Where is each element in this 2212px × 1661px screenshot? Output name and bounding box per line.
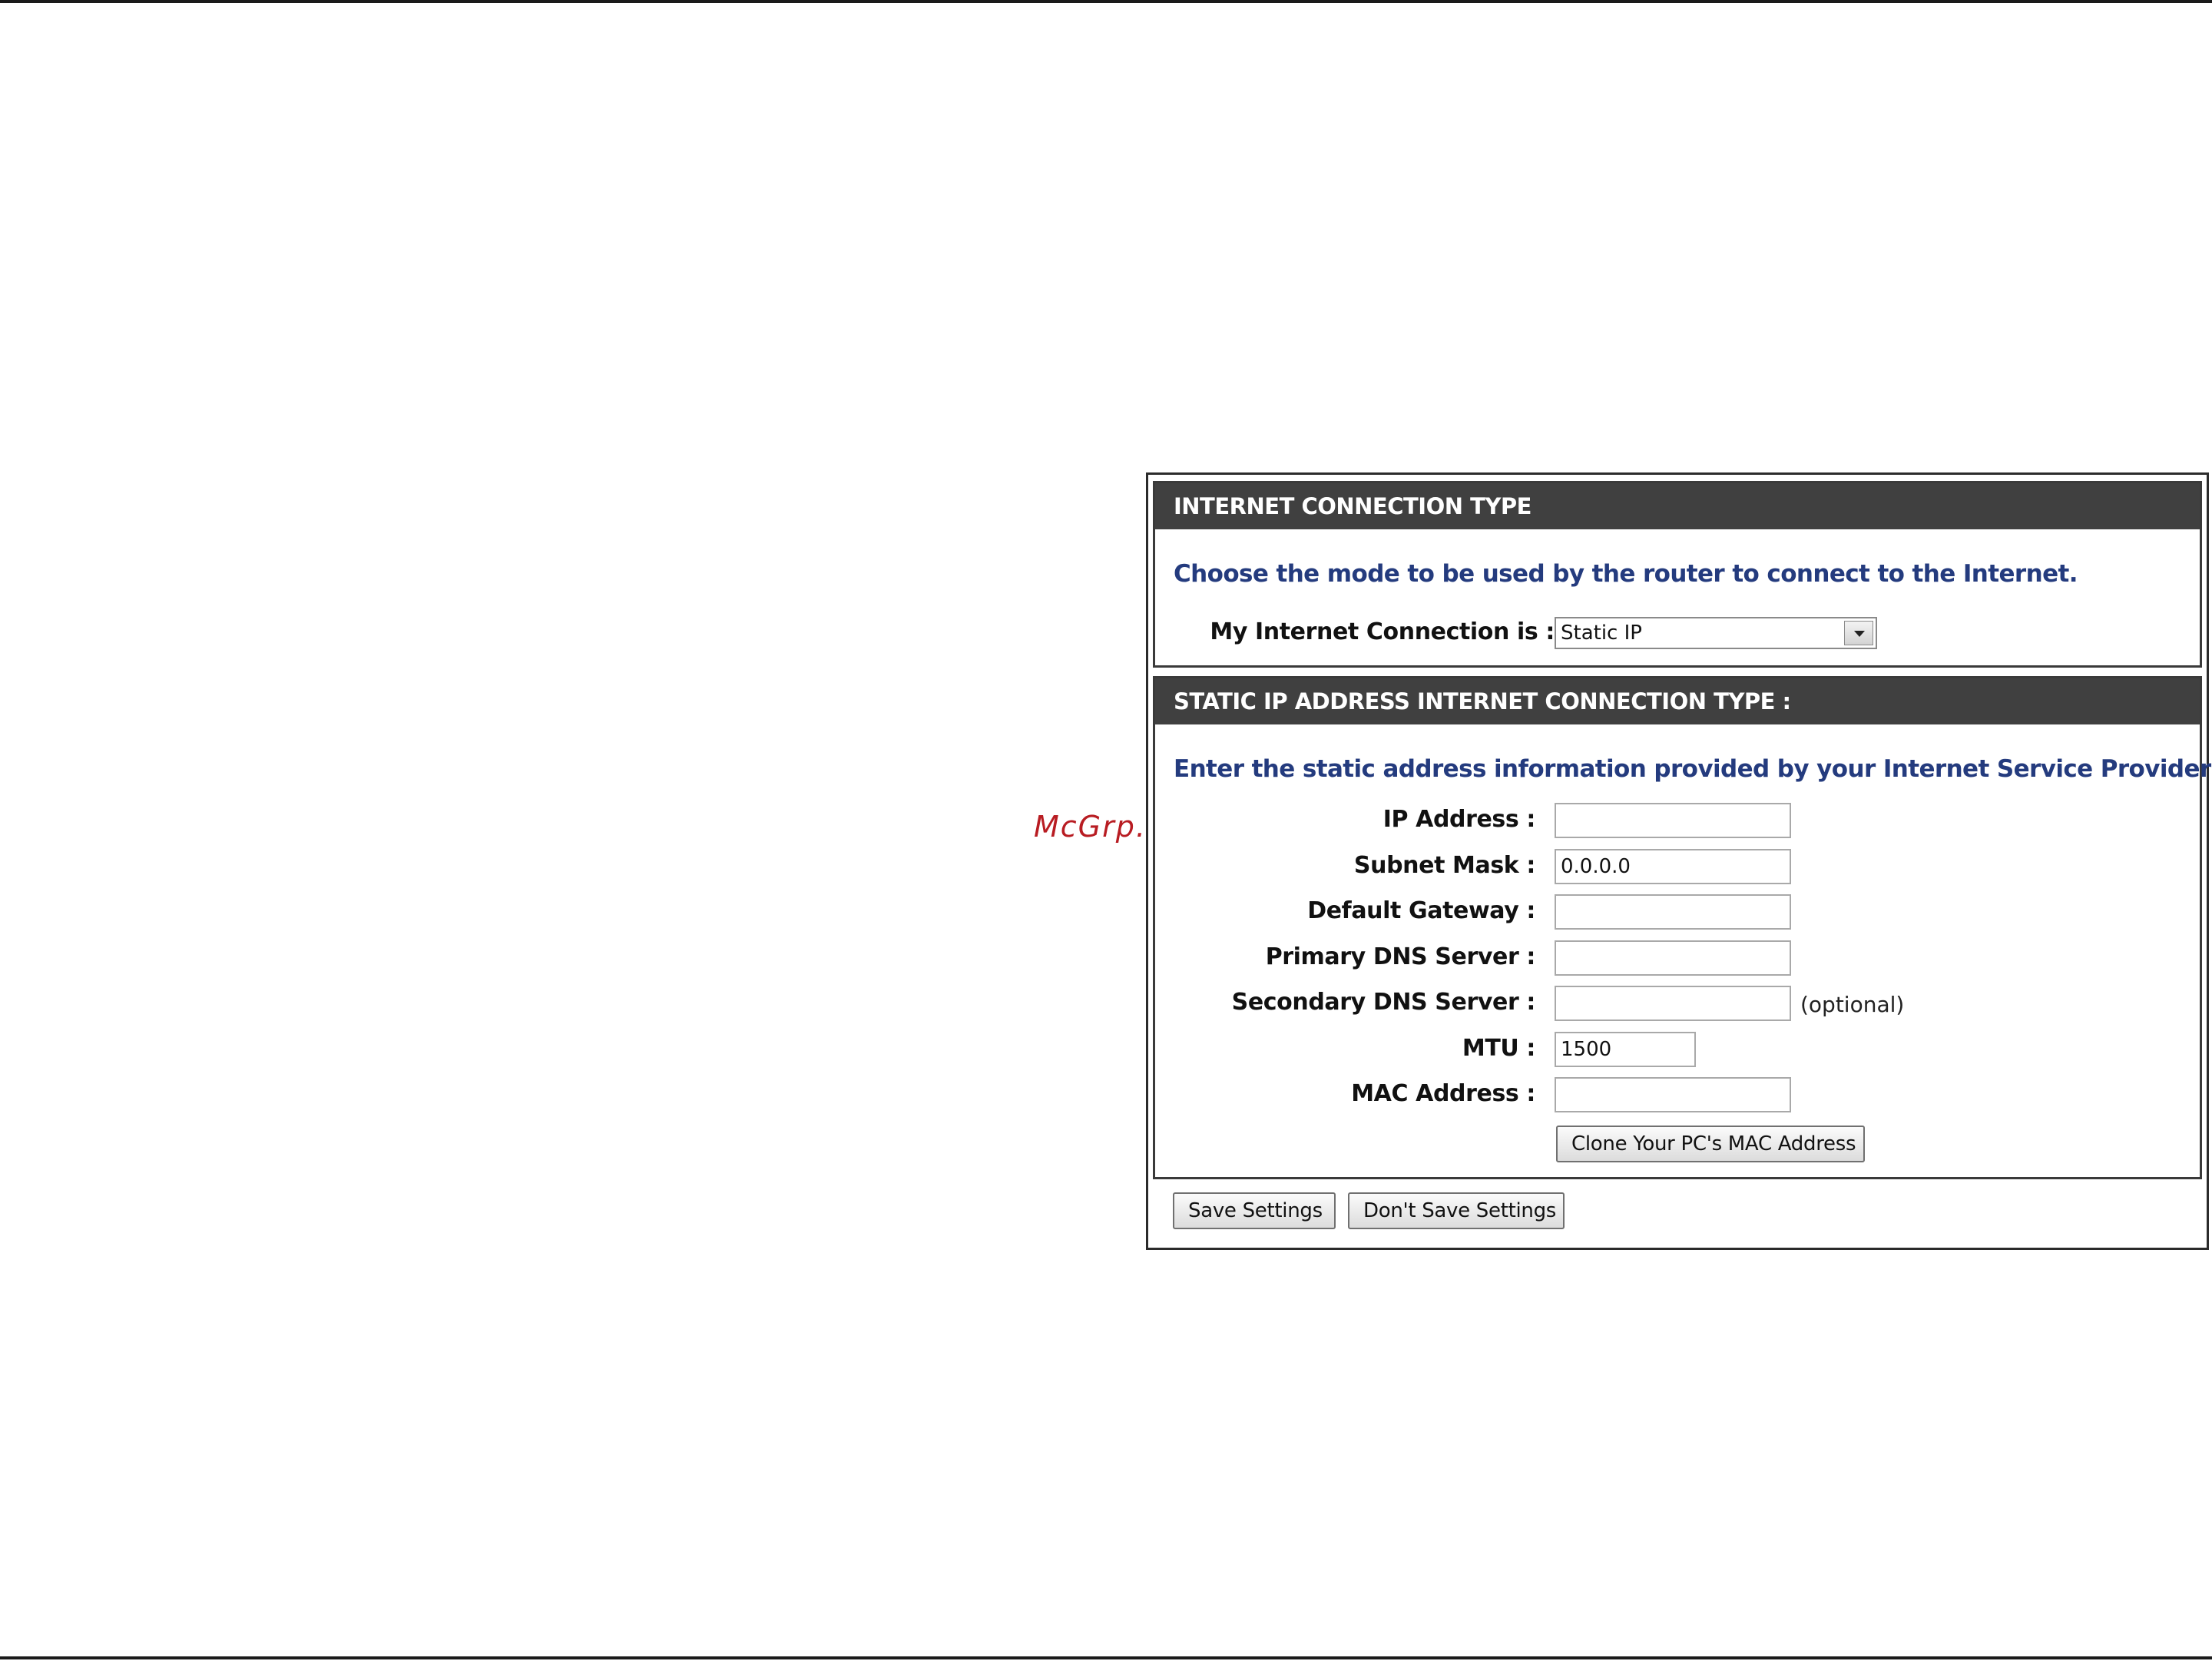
static-ip-section: STATIC IP ADDRESS INTERNET CONNECTION TY…: [1153, 676, 2212, 1179]
internet-connection-type-section: INTERNET CONNECTION TYPE Choose the mode…: [1153, 481, 2202, 668]
chevron-down-icon[interactable]: [1844, 621, 1873, 645]
settings-panel: INTERNET CONNECTION TYPE Choose the mode…: [1146, 472, 2212, 1250]
ip-address-input[interactable]: [1555, 803, 1791, 838]
static-ip-instruction: Enter the static address information pro…: [1174, 755, 2212, 783]
primary-dns-label: Primary DNS Server :: [1265, 943, 1536, 970]
secondary-dns-label: Secondary DNS Server :: [1231, 989, 1536, 1016]
mtu-input[interactable]: [1555, 1032, 1696, 1067]
mac-address-input[interactable]: [1555, 1077, 1791, 1112]
connection-type-select[interactable]: Static IP: [1555, 617, 1877, 649]
section-header: INTERNET CONNECTION TYPE: [1155, 483, 2200, 529]
connection-instruction: Choose the mode to be used by the router…: [1174, 560, 2078, 588]
mac-address-label: MAC Address :: [1351, 1080, 1535, 1107]
ip-address-label: IP Address :: [1382, 806, 1536, 833]
connection-type-value: Static IP: [1561, 622, 1642, 645]
optional-note: (optional): [1800, 992, 1905, 1017]
dont-save-settings-button[interactable]: Don't Save Settings: [1348, 1192, 1565, 1229]
mtu-label: MTU :: [1462, 1035, 1536, 1062]
secondary-dns-input[interactable]: [1555, 986, 1791, 1021]
section-header: STATIC IP ADDRESS INTERNET CONNECTION TY…: [1155, 678, 2200, 724]
top-rule: [0, 0, 2212, 3]
primary-dns-input[interactable]: [1555, 940, 1791, 976]
subnet-mask-label: Subnet Mask :: [1353, 852, 1535, 879]
default-gateway-input[interactable]: [1555, 894, 1791, 930]
clone-mac-button[interactable]: Clone Your PC's MAC Address: [1556, 1126, 1865, 1162]
default-gateway-label: Default Gateway :: [1307, 897, 1535, 924]
connection-type-label: My Internet Connection is :: [1210, 618, 1555, 645]
save-settings-button[interactable]: Save Settings: [1173, 1192, 1336, 1229]
bottom-rule: [0, 1656, 2212, 1659]
subnet-mask-input[interactable]: [1555, 849, 1791, 884]
